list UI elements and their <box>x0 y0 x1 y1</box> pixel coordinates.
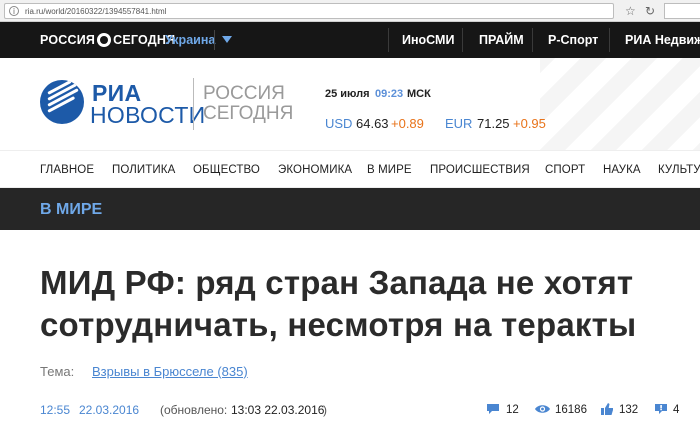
likes-count: 132 <box>619 404 639 416</box>
main-nav: ГЛАВНОЕ ПОЛИТИКА ОБЩЕСТВО ЭКОНОМИКА В МИ… <box>0 150 700 188</box>
nav-item-society[interactable]: ОБЩЕСТВО <box>193 163 260 177</box>
article-headline: МИД РФ: ряд стран Запада не хотят сотруд… <box>40 262 690 346</box>
toplink-ria-realty[interactable]: РИА Недвиж <box>625 33 700 47</box>
currency-value-eur: 71.25 <box>477 116 510 131</box>
comments-count: 12 <box>506 404 519 416</box>
site-header: РИА НОВОСТИ РОССИЯ СЕГОДНЯ 25 июля 09:23… <box>0 58 700 150</box>
toplink-rsport[interactable]: Р-Спорт <box>548 33 598 47</box>
updated-label: (обновлено: <box>160 403 228 417</box>
address-bar[interactable]: i ria.ru/world/20160322/1394557841.html <box>4 3 614 19</box>
brand-name-novosti[interactable]: НОВОСТИ <box>90 103 206 127</box>
nav-item-politics[interactable]: ПОЛИТИКА <box>112 163 175 177</box>
nav-item-world[interactable]: В МИРЕ <box>367 163 412 177</box>
top-bar: РОССИЯ СЕГОДНЯ Украина ИноСМИ ПРАЙМ Р-Сп… <box>0 22 700 58</box>
comment-icon[interactable] <box>486 403 500 415</box>
currency-code-usd[interactable]: USD <box>325 116 352 131</box>
topic-link[interactable]: Взрывы в Брюсселе (835) <box>92 364 248 379</box>
nav-item-sport[interactable]: СПОРТ <box>545 163 585 177</box>
current-time: 09:23 <box>375 88 404 100</box>
currency-change-usd: +0.89 <box>391 116 424 131</box>
nav-item-incidents[interactable]: ПРОИСШЕСТВИЯ <box>430 163 530 177</box>
nav-item-economy[interactable]: ЭКОНОМИКА <box>278 163 352 177</box>
divider <box>532 28 533 52</box>
toplink-inosmi[interactable]: ИноСМИ <box>402 33 454 47</box>
browser-search-input[interactable] <box>664 3 700 19</box>
toplink-prime[interactable]: ПРАЙМ <box>479 33 524 47</box>
nav-item-main[interactable]: ГЛАВНОЕ <box>40 163 94 177</box>
divider <box>609 28 610 52</box>
browser-toolbar: i ria.ru/world/20160322/1394557841.html … <box>0 0 700 22</box>
partner-name-rossiya[interactable]: РОССИЯ <box>203 84 285 104</box>
current-date: 25 июля <box>325 88 370 100</box>
section-title[interactable]: В МИРЕ <box>40 201 102 219</box>
views-count: 16186 <box>555 404 587 416</box>
region-selector[interactable]: Украина <box>165 33 215 47</box>
published-date: 22.03.2016 <box>79 403 140 417</box>
partner-name-segodnya[interactable]: СЕГОДНЯ <box>203 104 293 124</box>
header-decoration <box>540 58 700 150</box>
shares-count: 4 <box>673 404 680 416</box>
logo-text-left: РОССИЯ <box>40 33 96 47</box>
nav-item-culture[interactable]: КУЛЬТУ <box>658 163 700 177</box>
currency-code-eur[interactable]: EUR <box>445 116 472 131</box>
section-band <box>0 188 700 230</box>
divider <box>462 28 463 52</box>
nav-item-science[interactable]: НАУКА <box>603 163 641 177</box>
rossiya-segodnya-logo[interactable]: РОССИЯ СЕГОДНЯ <box>40 33 175 47</box>
headline-line-1: МИД РФ: ряд стран Запада не хотят <box>40 264 634 301</box>
url-text[interactable]: ria.ru/world/20160322/1394557841.html <box>25 6 166 17</box>
topic-label: Тема: <box>40 364 75 379</box>
updated-close: ) <box>323 403 327 417</box>
info-icon[interactable]: i <box>9 6 19 16</box>
currency-value-usd: 64.63 <box>356 116 389 131</box>
divider <box>193 78 194 130</box>
globe-icon <box>97 33 112 47</box>
published-time: 12:55 <box>40 403 71 417</box>
reload-icon[interactable]: ↻ <box>645 4 655 18</box>
currency-change-eur: +0.95 <box>513 116 546 131</box>
divider <box>214 30 215 50</box>
ria-globe-logo-icon[interactable] <box>40 80 84 124</box>
share-icon[interactable] <box>654 403 668 415</box>
thumbs-up-icon[interactable] <box>600 403 614 415</box>
updated-value: 13:03 22.03.2016 <box>231 403 325 417</box>
divider <box>388 28 389 52</box>
bookmark-star-icon[interactable]: ☆ <box>625 4 636 18</box>
headline-line-2: сотрудничать, несмотря на теракты <box>40 306 637 343</box>
chevron-down-icon[interactable] <box>222 36 232 43</box>
eye-icon <box>535 405 550 413</box>
timezone: МСК <box>407 88 431 100</box>
